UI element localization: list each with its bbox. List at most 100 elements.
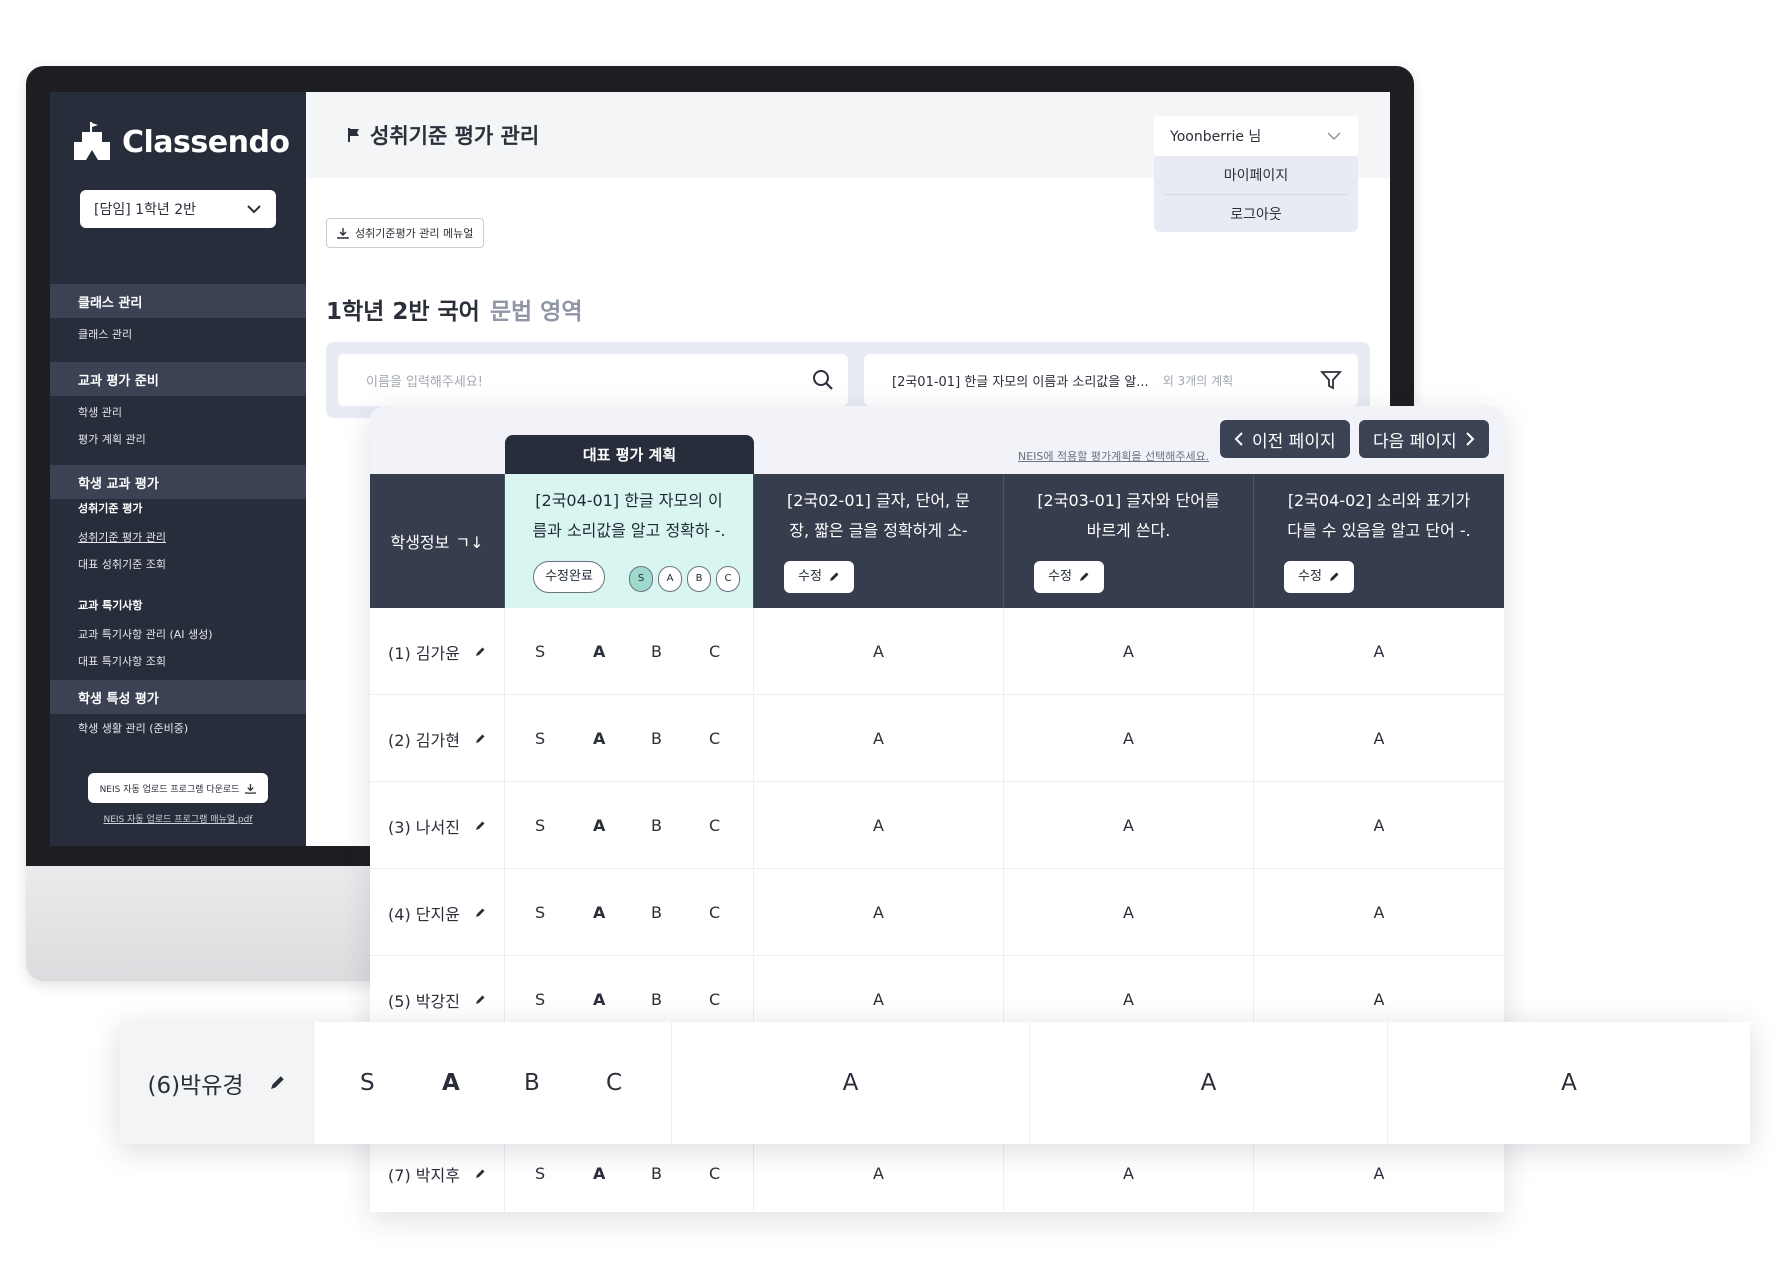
grade-option-a[interactable]: A	[593, 608, 605, 695]
logo[interactable]: Classendo	[70, 120, 290, 164]
class-select[interactable]: [담임] 1학년 2반	[80, 190, 276, 228]
search-input[interactable]: 이름을 입력해주세요!	[338, 354, 848, 406]
grade-chip-c[interactable]: C	[716, 566, 740, 592]
student-name-cell: (1) 김가윤	[370, 608, 505, 695]
manual-download-button[interactable]: 성취기준평가 관리 메뉴얼	[326, 218, 485, 248]
pencil-icon[interactable]	[474, 907, 486, 919]
plan-header-3[interactable]: [2국03-01] 글자와 단어를 바르게 쓴다. 수정	[1004, 474, 1254, 608]
edit-label: 수정	[1048, 569, 1072, 584]
chevron-down-icon	[1327, 132, 1341, 141]
grade-option-s[interactable]: S	[360, 1022, 375, 1144]
grade-option-b[interactable]: B	[651, 695, 662, 782]
edit-plan-button[interactable]: 수정	[1034, 561, 1104, 593]
plan-title-line2: 바르게 쓴다.	[1086, 521, 1171, 540]
grade-cell: A	[1004, 869, 1254, 956]
nav-item-achievement-manage[interactable]: 성취기준 평가 관리	[78, 529, 166, 545]
neis-hint-link[interactable]: NEIS에 적용할 평가계획을 선택해주세요.	[1018, 448, 1209, 464]
menu-item-logout[interactable]: 로그아웃	[1164, 194, 1348, 232]
student-name-cell: (6)박유경	[120, 1022, 313, 1144]
edit-done-button[interactable]: 수정완료	[533, 561, 605, 593]
download-icon	[245, 783, 257, 794]
grade-option-a[interactable]: A	[593, 695, 605, 782]
next-page-button[interactable]: 다음 페이지	[1359, 420, 1489, 458]
plan-header-2[interactable]: [2국02-01] 글자, 단어, 문 장, 짧은 글을 정확하게 소- 수정	[754, 474, 1004, 608]
plan-filter[interactable]: [2국01-01] 한글 자모의 이름과 소리값을 알... 외 3개의 계획	[864, 354, 1358, 406]
grade-select-cell: S A B C	[505, 695, 754, 782]
plan-header-4[interactable]: [2국04-02] 소리와 표기가 다를 수 있음을 알고 단어 -. 수정	[1254, 474, 1504, 608]
grade-cell: A	[1373, 729, 1385, 748]
neis-download-button[interactable]: NEIS 자동 업로드 프로그램 다운로드	[88, 773, 268, 803]
grade-option-c[interactable]: C	[606, 1022, 622, 1144]
pencil-icon[interactable]	[474, 820, 486, 832]
grade-option-a[interactable]: A	[442, 1022, 460, 1144]
grade-cell: A	[1029, 1022, 1387, 1144]
grade-option-s[interactable]: S	[535, 782, 545, 869]
nav-item-plan-manage[interactable]: 평가 계획 관리	[78, 431, 146, 447]
grade-option-b[interactable]: B	[651, 782, 662, 869]
student-name-cell: (2) 김가현	[370, 695, 505, 782]
search-icon[interactable]	[812, 369, 834, 391]
grade-option-b[interactable]: B	[524, 1022, 540, 1144]
pencil-icon[interactable]	[474, 733, 486, 745]
grade-cell: A	[1004, 695, 1254, 782]
pencil-icon[interactable]	[268, 1074, 286, 1092]
grade-cell: A	[754, 608, 1004, 695]
grade-option-c[interactable]: C	[709, 608, 720, 695]
grade-select-cell: S A B C	[505, 782, 754, 869]
edit-plan-button[interactable]: 수정	[1284, 561, 1354, 593]
grade-option-a[interactable]: A	[593, 869, 605, 956]
flag-icon	[348, 128, 359, 142]
grade-cell: A	[1004, 608, 1254, 695]
grade-option-s[interactable]: S	[535, 869, 545, 956]
sort-icon[interactable]: ㄱ↓	[455, 529, 483, 553]
student-name: (5) 박강진	[388, 991, 460, 1011]
nav-item-student-manage[interactable]: 학생 관리	[78, 404, 122, 420]
pencil-icon	[1079, 572, 1089, 581]
table-row: (4) 단지윤 S A B C A A A	[370, 869, 1504, 956]
grade-option-b[interactable]: B	[651, 869, 662, 956]
grade-option-b[interactable]: B	[651, 608, 662, 695]
nav-item-student-life[interactable]: 학생 생활 관리 (준비중)	[78, 720, 188, 736]
logo-text: Classendo	[122, 124, 290, 160]
nav-item-class-manage[interactable]: 클래스 관리	[78, 326, 132, 342]
edit-plan-button[interactable]: 수정	[784, 561, 854, 593]
nav-item-special-notes-ai[interactable]: 교과 특기사항 관리 (AI 생성)	[78, 626, 213, 642]
grade-select-cell: S A B C	[505, 869, 754, 956]
nav-group-special-notes: 교과 특기사항	[78, 599, 143, 612]
grade-option-c[interactable]: C	[709, 869, 720, 956]
plan-filter-more: 외 3개의 계획	[1162, 373, 1234, 388]
user-name: Yoonberrie 님	[1170, 129, 1262, 145]
pencil-icon[interactable]	[474, 1168, 486, 1180]
grade-chip-a[interactable]: A	[658, 566, 682, 592]
plan-title-line2: 름과 소리값을 알고 정확하 -.	[532, 521, 726, 540]
student-info-header[interactable]: 학생정보 ㄱ↓	[370, 474, 505, 608]
grade-option-c[interactable]: C	[709, 782, 720, 869]
grade-cell: A	[1373, 816, 1385, 835]
grade-chip-s[interactable]: S	[629, 566, 653, 592]
highlighted-table-row: (6)박유경 S A B C A A A	[120, 1022, 1750, 1144]
student-name: (3) 나서진	[388, 817, 460, 837]
prev-page-button[interactable]: 이전 페이지	[1220, 420, 1350, 458]
user-dropdown[interactable]: Yoonberrie 님	[1154, 116, 1358, 156]
pencil-icon[interactable]	[474, 646, 486, 658]
grade-option-a[interactable]: A	[593, 782, 605, 869]
neis-manual-link[interactable]: NEIS 자동 업로드 프로그램 매뉴얼.pdf	[50, 812, 306, 825]
grade-cell: A	[671, 1022, 1029, 1144]
nav-item-rep-achievement[interactable]: 대표 성취기준 조회	[78, 556, 166, 572]
grade-option-s[interactable]: S	[535, 608, 545, 695]
nav-item-rep-special-notes[interactable]: 대표 특기사항 조회	[78, 653, 166, 669]
grade-option-c[interactable]: C	[709, 695, 720, 782]
plan-title-line2: 다를 수 있음을 알고 단어 -.	[1287, 521, 1471, 540]
plan-title-line1: [2국04-02] 소리와 표기가	[1287, 491, 1471, 510]
grade-cell: A	[1373, 903, 1385, 922]
grade-option-s[interactable]: S	[535, 695, 545, 782]
manual-download-label: 성취기준평가 관리 메뉴얼	[355, 227, 474, 240]
plan-title-line1: [2국03-01] 글자와 단어를	[1037, 491, 1220, 510]
search-placeholder: 이름을 입력해주세요!	[366, 374, 483, 390]
menu-item-mypage[interactable]: 마이페이지	[1154, 156, 1358, 194]
grade-chip-b[interactable]: B	[687, 566, 711, 592]
subject-title: 1학년 2반 국어 문법 영역	[326, 292, 582, 326]
filter-icon[interactable]	[1320, 369, 1342, 391]
pencil-icon[interactable]	[474, 994, 486, 1006]
plan-header-rep[interactable]: [2국04-01] 한글 자모의 이 름과 소리값을 알고 정확하 -. 수정완…	[505, 474, 754, 608]
